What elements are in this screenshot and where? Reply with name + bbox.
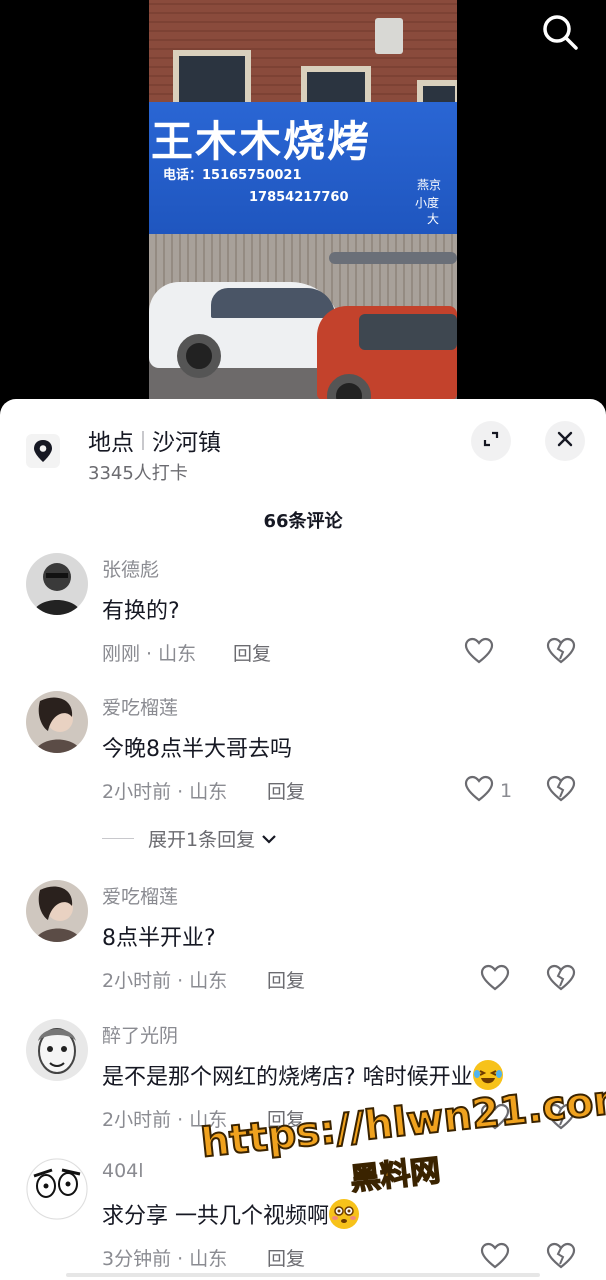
comment-text-row: 是不是那个网红的烧烤店? 啥时候开业 — [102, 1059, 503, 1091]
heart-icon — [480, 1242, 510, 1274]
broken-heart-icon — [546, 775, 576, 807]
reply-button[interactable]: 回复 — [267, 1244, 305, 1271]
comment-item: 404l 求分享 一共几个视频啊 3分钟前 · 山东 回复 — [0, 1158, 606, 1278]
sign-side-text: 大 — [427, 212, 440, 226]
like-button[interactable] — [480, 964, 510, 996]
app-root: 王木木烧烤 电话：15165750021 17854217760 燕京 小度 大 — [0, 0, 606, 1280]
dislike-button[interactable] — [546, 1103, 576, 1135]
car-window — [359, 314, 457, 350]
location-checkins: 3345人打卡 — [88, 463, 188, 484]
sign-phone-2: 17854217760 — [249, 190, 349, 205]
location-label: 地点 — [88, 430, 134, 456]
like-button[interactable] — [480, 1242, 510, 1274]
location-title[interactable]: 地点 沙河镇 — [88, 423, 221, 457]
location-separator — [142, 430, 144, 450]
comment-text: 求分享 一共几个视频啊 — [102, 1204, 329, 1229]
sign-title: 王木木烧烤 — [151, 117, 372, 166]
comment-meta: 刚刚 · 山东 — [102, 643, 197, 665]
like-button[interactable]: 1 — [464, 775, 512, 807]
like-button[interactable] — [480, 1103, 510, 1135]
heart-icon — [480, 1103, 510, 1135]
expand-replies-label: 展开1条回复 — [148, 829, 256, 851]
comment-item: 爱吃榴莲 8点半开业? 2小时前 · 山东 回复 — [0, 880, 606, 1000]
flushed-emoji-icon — [329, 1199, 359, 1229]
sign-side-text: 小度 — [415, 196, 440, 210]
pipe — [329, 252, 457, 264]
dislike-button[interactable] — [546, 964, 576, 996]
avatar[interactable] — [26, 691, 88, 753]
reply-button[interactable]: 回复 — [267, 777, 305, 804]
car-wheel — [177, 334, 221, 378]
divider — [102, 838, 134, 839]
close-button[interactable] — [545, 421, 585, 461]
reply-button[interactable]: 回复 — [267, 966, 305, 993]
air-conditioner — [375, 18, 403, 54]
comment-text-row: 求分享 一共几个视频啊 — [102, 1198, 359, 1230]
avatar[interactable] — [26, 553, 88, 615]
comment-username[interactable]: 爱吃榴莲 — [102, 693, 178, 720]
comment-meta: 2小时前 · 山东 — [102, 1109, 228, 1131]
video-player[interactable]: 王木木烧烤 电话：15165750021 17854217760 燕京 小度 大 — [149, 0, 457, 400]
reply-button[interactable]: 回复 — [267, 1105, 305, 1132]
home-indicator — [66, 1273, 540, 1277]
comment-username[interactable]: 爱吃榴莲 — [102, 882, 178, 909]
location-name: 沙河镇 — [152, 430, 221, 456]
comment-item: 醉了光阴 是不是那个网红的烧烤店? 啥时候开业 2小时前 · 山东 回复 — [0, 1019, 606, 1139]
chevron-down-icon — [261, 828, 277, 850]
sign-phone-1: 电话：15165750021 — [163, 168, 302, 183]
comment-text: 8点半开业? — [102, 926, 216, 951]
like-count: 1 — [500, 780, 513, 802]
comment-username[interactable]: 醉了光阴 — [102, 1021, 178, 1048]
comment-sheet: 地点 沙河镇 3345人打卡 66条评论 张德彪 有换的? 刚刚 · 山东 回复… — [0, 399, 606, 1280]
car-window — [211, 288, 335, 318]
dislike-button[interactable] — [546, 637, 576, 669]
like-button[interactable] — [464, 637, 500, 669]
location-pin-icon[interactable] — [26, 434, 60, 468]
avatar[interactable] — [26, 880, 88, 942]
dislike-button[interactable] — [546, 1242, 576, 1274]
heart-icon — [464, 637, 494, 669]
comment-meta: 3分钟前 · 山东 — [102, 1248, 228, 1270]
close-icon — [556, 430, 574, 452]
expand-replies-button[interactable]: 展开1条回复 — [102, 825, 277, 852]
comment-meta: 2小时前 · 山东 — [102, 781, 228, 803]
broken-heart-icon — [546, 1242, 576, 1274]
dislike-button[interactable] — [546, 775, 576, 807]
search-icon[interactable] — [540, 12, 580, 52]
shop-sign: 王木木烧烤 电话：15165750021 17854217760 燕京 小度 大 — [149, 102, 457, 234]
comment-item: 爱吃榴莲 今晚8点半大哥去吗 2小时前 · 山东 回复 1 — [0, 691, 606, 811]
comment-count: 66条评论 — [263, 511, 343, 532]
broken-heart-icon — [546, 637, 576, 669]
expand-button[interactable] — [471, 421, 511, 461]
comment-item: 张德彪 有换的? 刚刚 · 山东 回复 — [0, 553, 606, 673]
expand-icon — [481, 429, 501, 453]
reply-button[interactable]: 回复 — [233, 639, 271, 666]
comment-text: 有换的? — [102, 599, 180, 624]
heart-icon — [464, 775, 494, 807]
avatar[interactable] — [26, 1019, 88, 1081]
avatar[interactable] — [26, 1158, 88, 1220]
comment-text: 今晚8点半大哥去吗 — [102, 737, 292, 762]
comment-username[interactable]: 张德彪 — [102, 555, 159, 582]
comment-username[interactable]: 404l — [102, 1160, 144, 1182]
heart-icon — [480, 964, 510, 996]
expand-replies-row: 展开1条回复 — [0, 825, 606, 855]
broken-heart-icon — [546, 964, 576, 996]
comment-text: 是不是那个网红的烧烤店? 啥时候开业 — [102, 1065, 473, 1090]
sign-side-text: 燕京 — [417, 178, 442, 192]
broken-heart-icon — [546, 1103, 576, 1135]
laughing-emoji-icon — [472, 1060, 503, 1090]
comment-meta: 2小时前 · 山东 — [102, 970, 228, 992]
